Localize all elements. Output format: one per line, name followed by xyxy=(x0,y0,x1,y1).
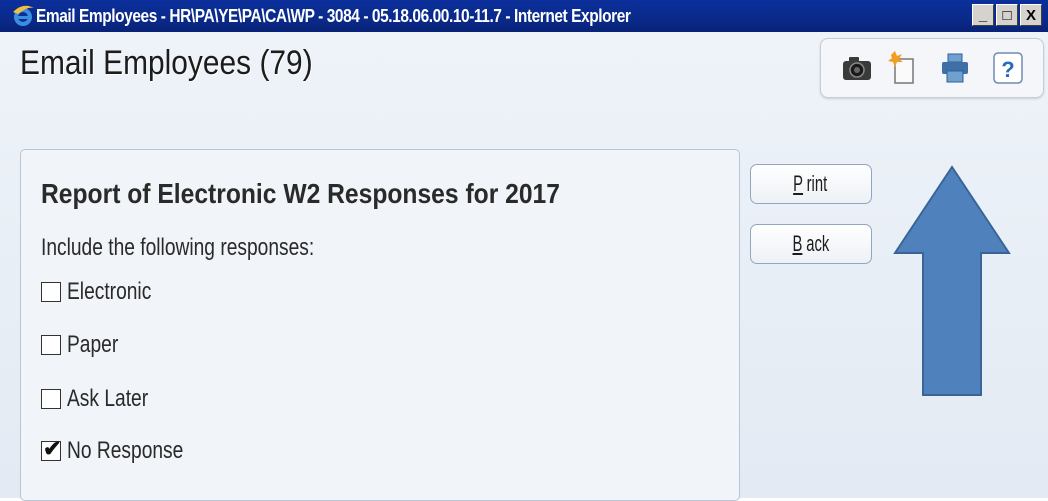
camera-icon[interactable] xyxy=(837,49,877,87)
option-paper[interactable]: Paper xyxy=(41,330,131,360)
print-label: rint xyxy=(806,171,828,196)
back-button[interactable]: Back xyxy=(750,224,872,264)
internet-explorer-icon xyxy=(13,5,34,26)
svg-text:?: ? xyxy=(1001,57,1014,82)
back-label: ack xyxy=(805,231,829,256)
close-button[interactable]: X xyxy=(1020,4,1042,26)
report-title: Report of Electronic W2 Responses for 20… xyxy=(41,178,560,209)
minimize-button[interactable]: _ xyxy=(972,4,994,26)
option-label: Paper xyxy=(67,331,119,358)
option-ask-later[interactable]: Ask Later xyxy=(41,384,168,414)
print-button[interactable]: Print xyxy=(750,164,872,204)
window-title-bar: Email Employees - HR\PA\YE\PA\CA\WP - 30… xyxy=(0,0,1048,32)
back-mnemonic: B xyxy=(792,231,802,256)
option-label: Ask Later xyxy=(67,385,149,412)
toolbar: ? xyxy=(820,38,1044,98)
paper-checkbox[interactable] xyxy=(41,335,61,355)
option-label: Electronic xyxy=(67,278,152,305)
maximize-button[interactable]: □ xyxy=(996,4,1018,26)
include-label: Include the following responses: xyxy=(41,234,315,261)
option-no-response[interactable]: ✔ No Response xyxy=(41,436,212,466)
printer-icon[interactable] xyxy=(935,49,975,87)
annotation-up-arrow xyxy=(893,165,1011,396)
electronic-checkbox[interactable] xyxy=(41,282,61,302)
option-electronic[interactable]: Electronic xyxy=(41,277,172,307)
option-label: No Response xyxy=(67,437,184,464)
print-mnemonic: P xyxy=(793,171,804,196)
window-controls: _ □ X xyxy=(970,4,1042,28)
ask-later-checkbox[interactable] xyxy=(41,389,61,409)
help-icon[interactable]: ? xyxy=(987,49,1027,87)
page-title: Email Employees (79) xyxy=(20,44,313,82)
report-panel: Report of Electronic W2 Responses for 20… xyxy=(20,149,740,501)
window-title: Email Employees - HR\PA\YE\PA\CA\WP - 30… xyxy=(36,6,631,26)
checkmark-icon: ✔ xyxy=(43,436,62,461)
dialog-content: Email Employees (79) ? Report of Electro… xyxy=(0,32,1048,501)
new-document-icon[interactable] xyxy=(883,49,923,87)
no-response-checkbox[interactable]: ✔ xyxy=(41,436,61,461)
